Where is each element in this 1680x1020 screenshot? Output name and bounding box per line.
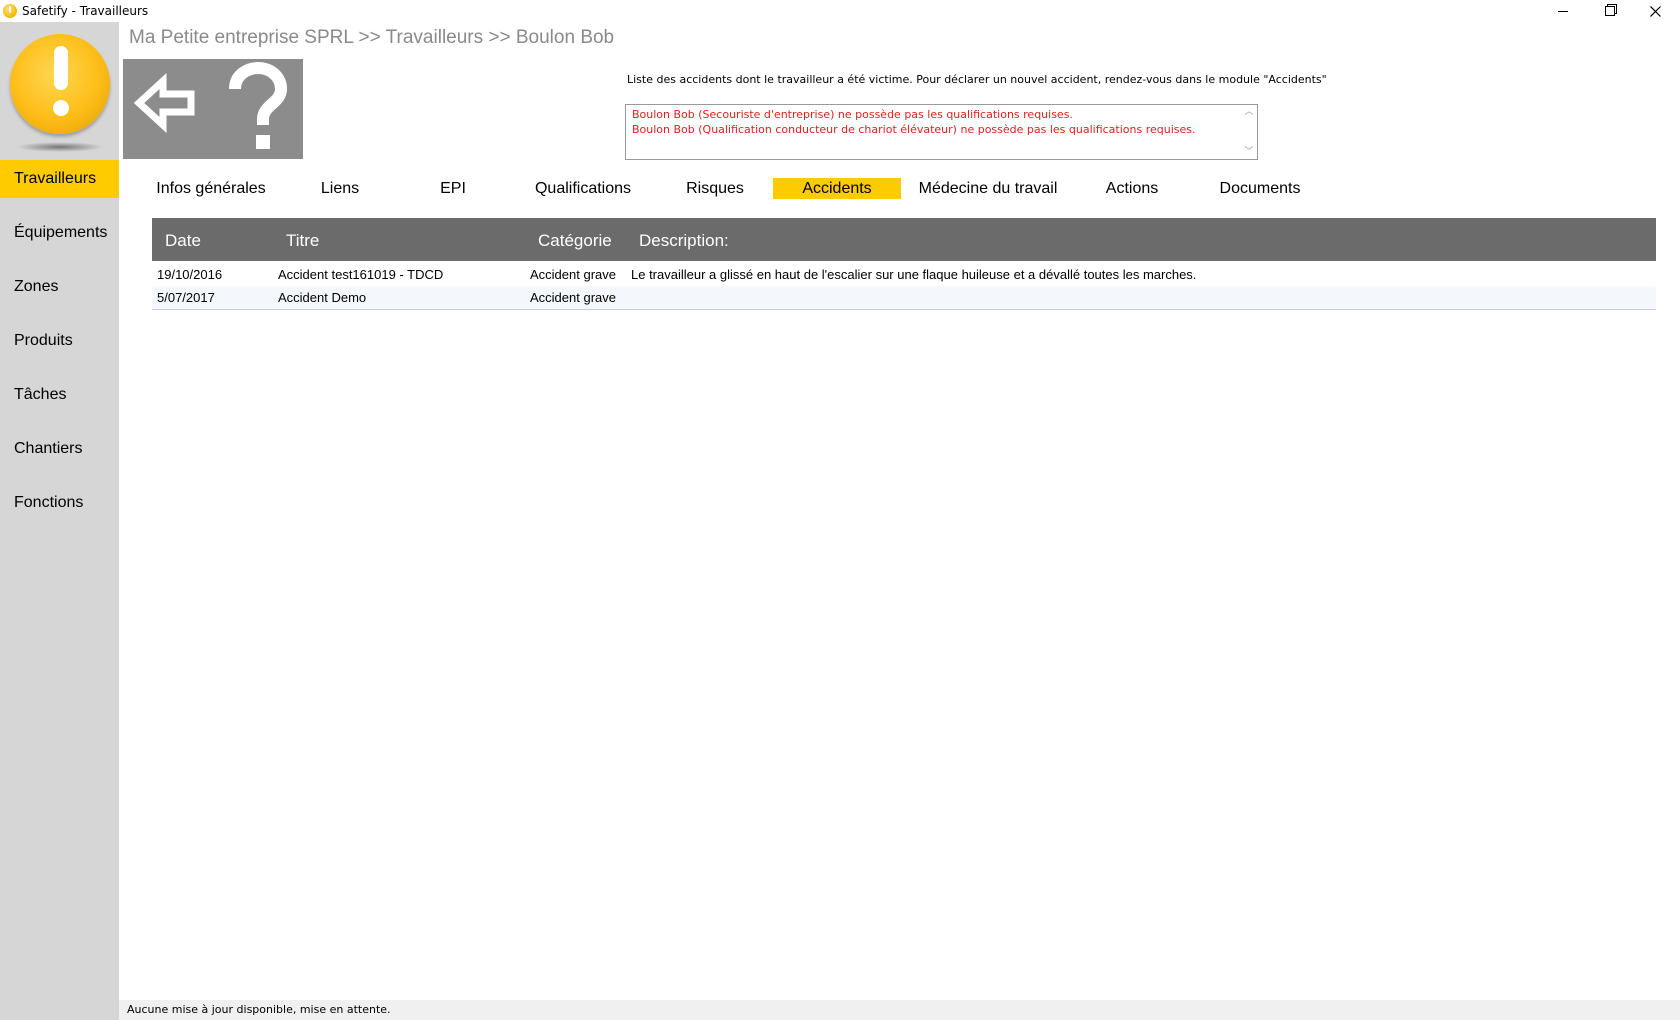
breadcrumb: Ma Petite entreprise SPRL >> Travailleur… bbox=[129, 27, 615, 48]
sidebar-item-taches[interactable]: Tâches bbox=[0, 376, 119, 414]
tab-risques[interactable]: Risques bbox=[665, 178, 765, 199]
column-header-description[interactable]: Description: bbox=[639, 218, 729, 261]
column-header-date[interactable]: Date bbox=[165, 218, 201, 261]
cell-date: 5/07/2017 bbox=[157, 290, 215, 305]
tab-liens[interactable]: Liens bbox=[290, 178, 390, 199]
sidebar-item-fonctions[interactable]: Fonctions bbox=[0, 484, 119, 522]
tab-medecine-du-travail[interactable]: Médecine du travail bbox=[910, 178, 1066, 199]
tab-documents[interactable]: Documents bbox=[1205, 178, 1315, 199]
arrow-left-icon bbox=[133, 73, 195, 133]
safetify-app-icon bbox=[3, 4, 17, 18]
restore-button[interactable] bbox=[1586, 0, 1632, 22]
question-icon bbox=[229, 61, 288, 149]
help-button[interactable] bbox=[213, 59, 303, 159]
back-button[interactable] bbox=[123, 59, 213, 159]
warning-line: Boulon Bob (Qualification conducteur de … bbox=[632, 123, 1196, 136]
column-header-titre[interactable]: Titre bbox=[286, 218, 319, 261]
warning-box[interactable]: Boulon Bob (Secouriste d'entreprise) ne … bbox=[625, 104, 1258, 160]
cell-description: Le travailleur a glissé en haut de l'esc… bbox=[631, 267, 1197, 282]
table-row[interactable]: 5/07/2017 Accident Demo Accident grave bbox=[152, 286, 1656, 310]
exclamation-icon bbox=[10, 34, 110, 134]
status-bar: Aucune mise à jour disponible, mise en a… bbox=[119, 1000, 1680, 1020]
title-bar: Safetify - Travailleurs bbox=[0, 0, 1680, 22]
close-button[interactable] bbox=[1632, 0, 1678, 22]
sidebar-item-zones[interactable]: Zones bbox=[0, 268, 119, 306]
tab-epi[interactable]: EPI bbox=[408, 178, 498, 199]
chevron-down-icon[interactable]: ﹀ bbox=[1244, 147, 1254, 157]
sidebar-item-equipements[interactable]: Équipements bbox=[0, 214, 119, 252]
tab-qualifications[interactable]: Qualifications bbox=[520, 178, 646, 199]
cell-titre: Accident Demo bbox=[278, 290, 367, 305]
chevron-up-icon[interactable]: ︿ bbox=[1244, 107, 1254, 117]
table-row[interactable]: 19/10/2016 Accident test161019 - TDCD Ac… bbox=[152, 263, 1656, 287]
safetify-logo bbox=[10, 34, 110, 164]
cell-titre: Accident test161019 - TDCD bbox=[278, 267, 444, 282]
warning-scrollbar[interactable]: ︿ ﹀ bbox=[1241, 105, 1257, 159]
close-icon bbox=[1649, 5, 1661, 17]
sidebar: Travailleurs Équipements Zones Produits … bbox=[0, 22, 119, 1020]
info-text: Liste des accidents dont le travailleur … bbox=[627, 73, 1327, 86]
sidebar-item-travailleurs[interactable]: Travailleurs bbox=[0, 160, 119, 198]
cell-categorie: Accident grave bbox=[530, 267, 616, 282]
table-header: Date Titre Catégorie Description: bbox=[152, 218, 1656, 261]
column-header-categorie[interactable]: Catégorie bbox=[538, 218, 612, 261]
tab-infos-generales[interactable]: Infos générales bbox=[152, 178, 270, 199]
tab-actions[interactable]: Actions bbox=[1082, 178, 1182, 199]
sidebar-item-produits[interactable]: Produits bbox=[0, 322, 119, 360]
sidebar-item-chantiers[interactable]: Chantiers bbox=[0, 430, 119, 468]
minimize-button[interactable] bbox=[1540, 0, 1586, 22]
tab-accidents[interactable]: Accidents bbox=[773, 178, 901, 199]
warning-line: Boulon Bob (Secouriste d'entreprise) ne … bbox=[632, 108, 1073, 121]
minimize-icon bbox=[1558, 10, 1568, 12]
cell-date: 19/10/2016 bbox=[157, 267, 223, 282]
window-title: Safetify - Travailleurs bbox=[22, 4, 149, 18]
toolbar bbox=[123, 59, 303, 159]
status-text: Aucune mise à jour disponible, mise en a… bbox=[127, 1003, 391, 1016]
cell-categorie: Accident grave bbox=[530, 290, 616, 305]
